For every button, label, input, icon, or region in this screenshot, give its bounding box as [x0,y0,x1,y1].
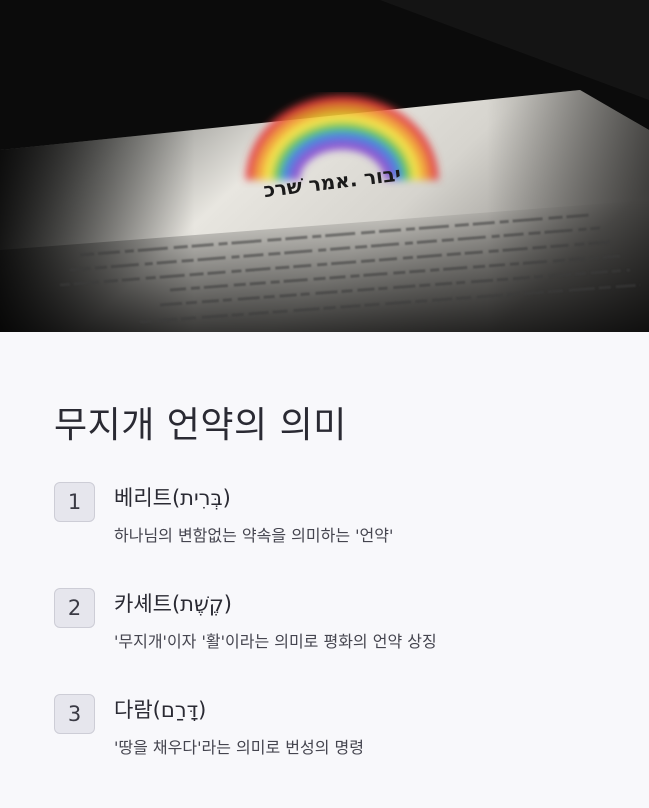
hero-image: יבור .אמר שׁרכ [0,0,649,332]
main-content: 무지개 언약의 의미 1 베리트(בְּרִית) 하나님의 변함없는 약속을 … [0,332,649,808]
item-description: '무지개'이자 '활'이라는 의미로 평화의 언약 상징 [114,632,437,651]
list-item: 1 베리트(בְּרִית) 하나님의 변함없는 약속을 의미하는 '언약' [54,482,614,562]
list-item: 3 다람(דָּרַם) '땅을 채우다'라는 의미로 번성의 명령 [54,694,614,774]
item-heading: 베리트(בְּרִית) [114,486,231,510]
number-badge: 1 [54,482,95,522]
item-description: '땅을 채우다'라는 의미로 번성의 명령 [114,738,364,757]
number-badge: 2 [54,588,95,628]
item-heading: 카셰트(קֶשֶׁת) [114,592,232,616]
item-heading: 다람(דָּרַם) [114,698,207,722]
item-description: 하나님의 변함없는 약속을 의미하는 '언약' [114,526,394,545]
book-with-rainbow-image: יבור .אמר שׁרכ [0,0,649,332]
page-title: 무지개 언약의 의미 [54,405,347,446]
number-badge: 3 [54,694,95,734]
list-item: 2 카셰트(קֶשֶׁת) '무지개'이자 '활'이라는 의미로 평화의 언약 … [54,588,614,668]
